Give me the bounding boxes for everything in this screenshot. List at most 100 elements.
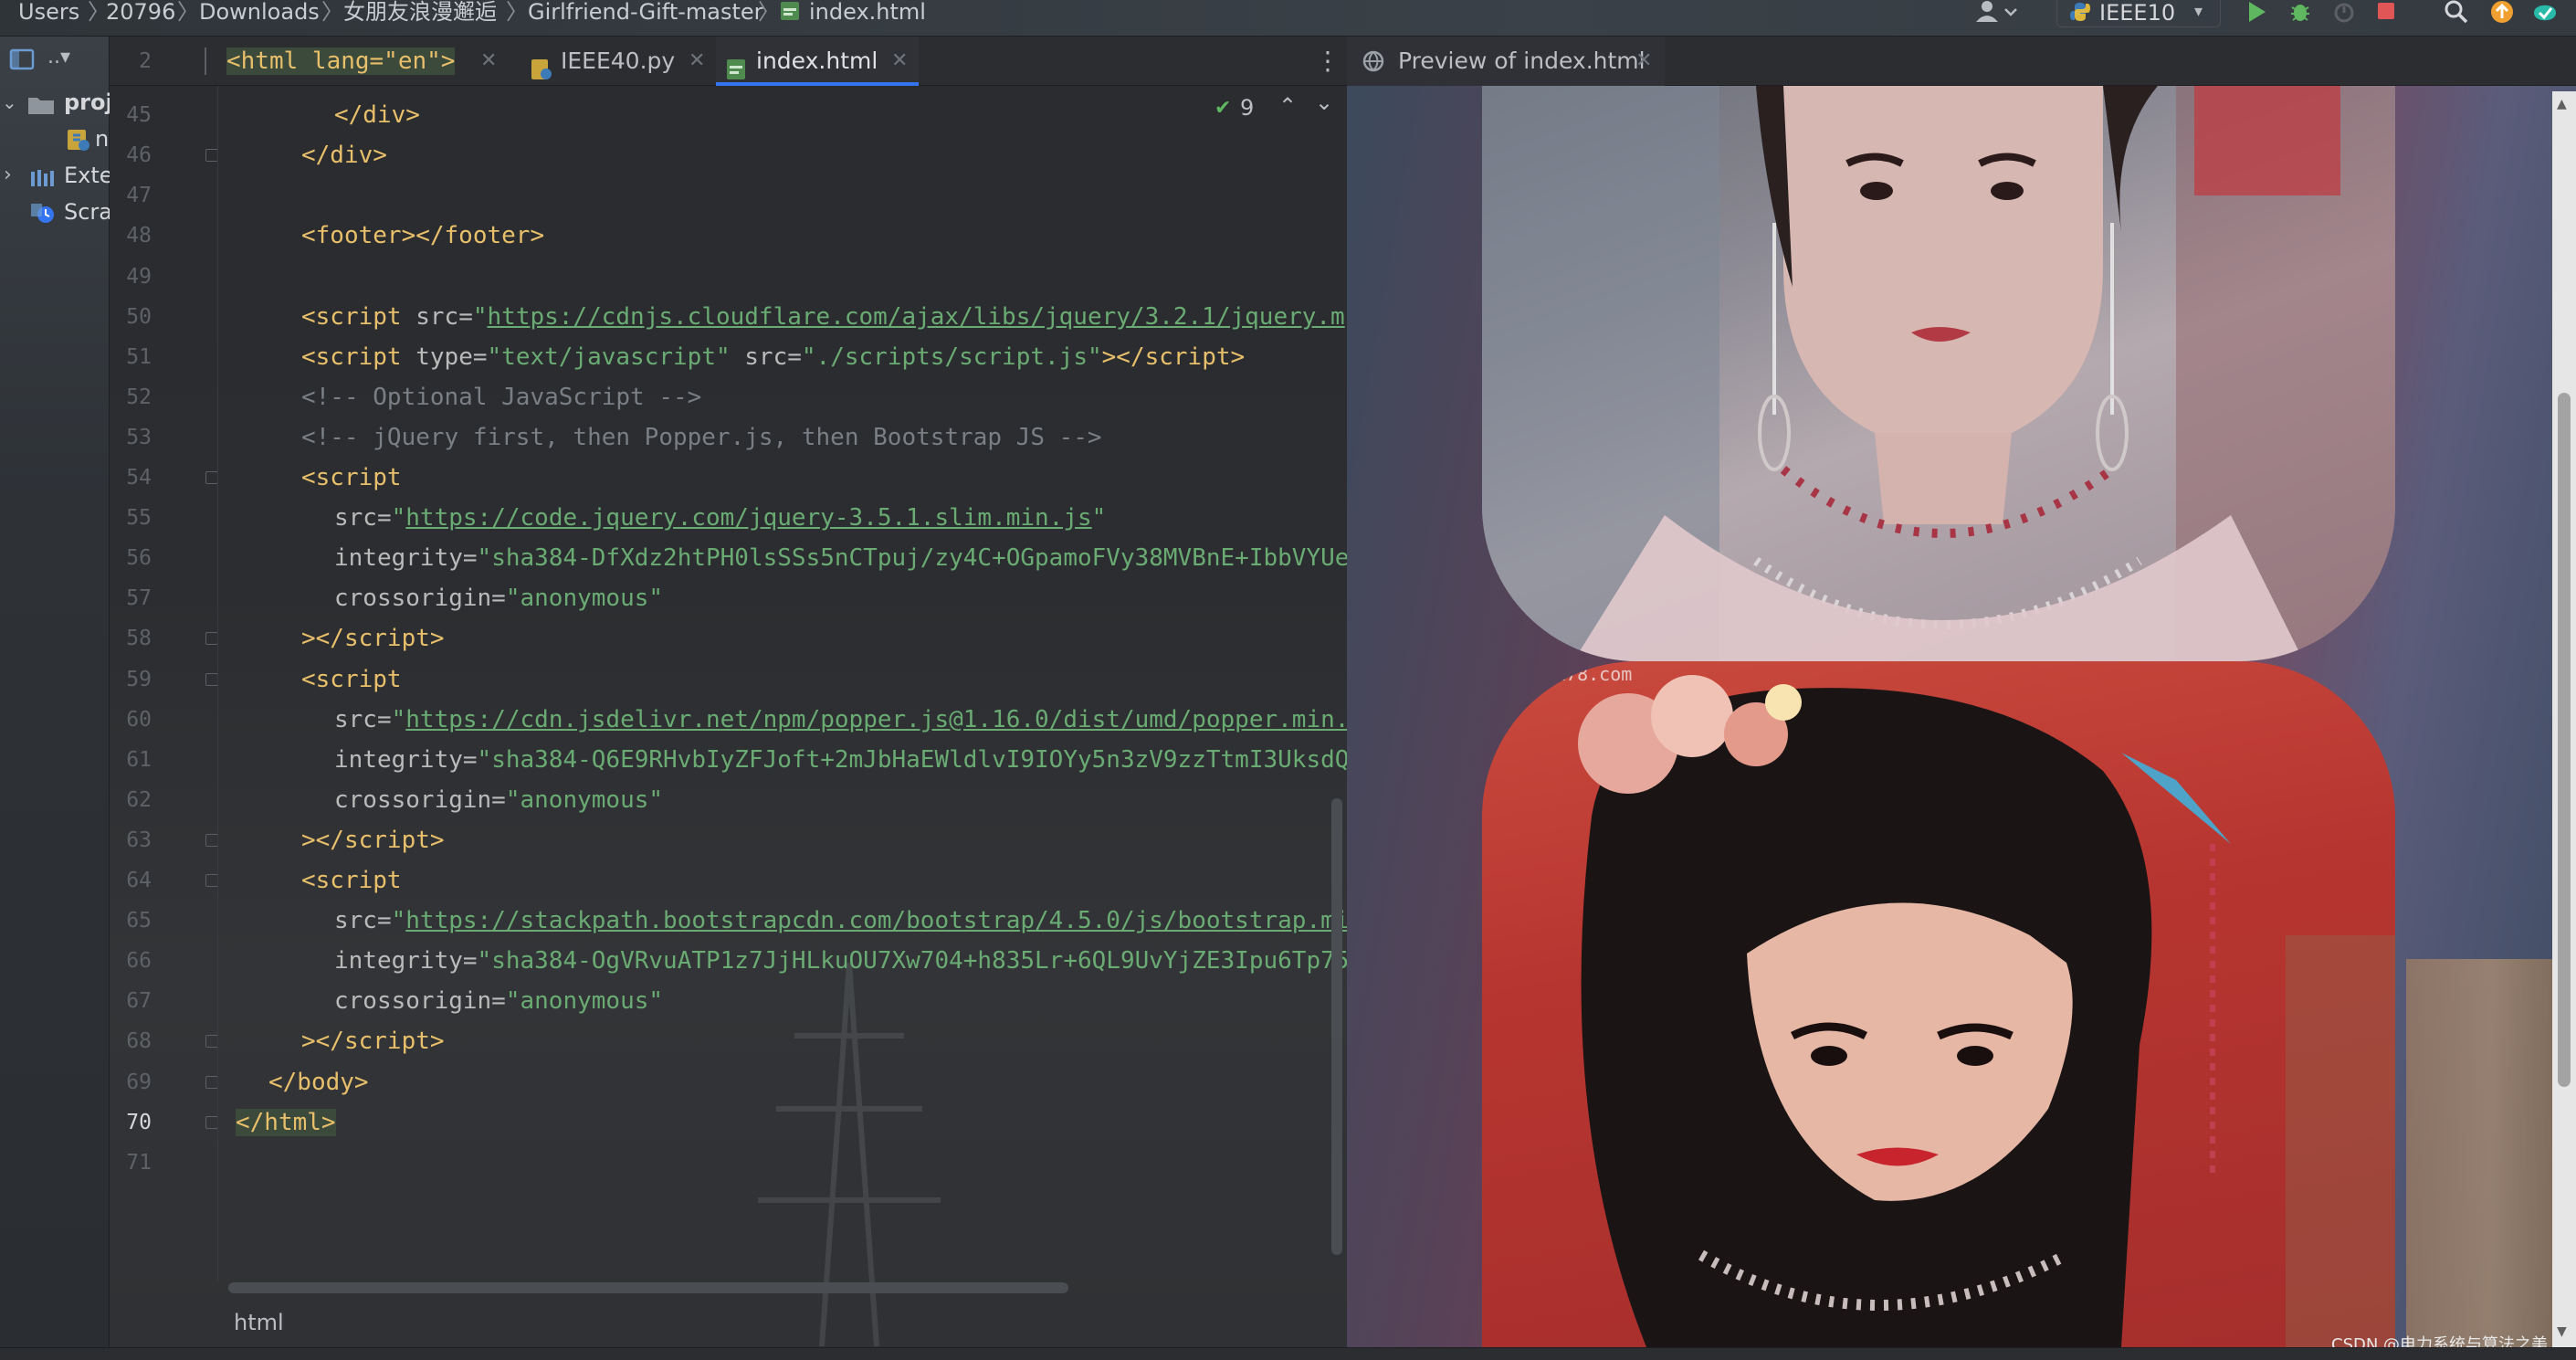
inspection-widget[interactable]: ✔ 9 ⌃ ⌄: [1214, 90, 1342, 122]
search-icon[interactable]: [2444, 0, 2469, 27]
run-configuration-selector[interactable]: IEEE10 ▾: [2056, 0, 2221, 27]
run-icon[interactable]: [2245, 0, 2268, 27]
breadcrumb-separator: 〉: [506, 0, 528, 25]
code-line[interactable]: ></script>: [301, 625, 445, 652]
breadcrumb-separator: 〉: [321, 0, 343, 25]
code-line[interactable]: </div>: [334, 101, 420, 129]
line-number: 67: [126, 989, 152, 1014]
editor-tab-bar: 2 <html lang="en"> ✕ IEEE40.py ✕ index.h…: [110, 37, 1347, 86]
line-number: 65: [126, 909, 152, 933]
code-line[interactable]: <script: [301, 666, 402, 693]
code-line[interactable]: crossorigin="anonymous": [334, 786, 663, 814]
line-number: 49: [126, 264, 152, 289]
code-line[interactable]: src="https://stackpath.bootstrapcdn.com/…: [334, 907, 1347, 934]
fold-marker-icon[interactable]: [205, 1115, 218, 1129]
portrait-photo: 178.com: [1482, 661, 2395, 1347]
library-icon: [29, 166, 57, 195]
view-options-icon[interactable]: ..▾: [47, 46, 70, 69]
close-icon[interactable]: ✕: [689, 37, 705, 86]
more-tabs-icon[interactable]: ⋮: [1315, 46, 1341, 76]
debug-icon[interactable]: [2288, 0, 2312, 27]
photo-watermark: 178.com: [1555, 663, 1633, 685]
code-line[interactable]: </div>: [301, 142, 387, 169]
update-icon[interactable]: [2489, 0, 2515, 29]
tab-index-html[interactable]: index.html ✕: [716, 37, 919, 86]
scroll-down-icon[interactable]: ▼: [2557, 1324, 2567, 1339]
background-decoration: [2406, 959, 2576, 1347]
close-icon[interactable]: ✕: [1635, 37, 1652, 86]
scroll-up-icon[interactable]: ▲: [2557, 97, 2567, 111]
stop-icon[interactable]: [2374, 0, 2398, 27]
breadcrumb-current-file[interactable]: index.html: [809, 0, 926, 24]
chevron-right-icon: ›: [4, 163, 12, 186]
code-line[interactable]: <!-- jQuery first, then Popper.js, then …: [301, 424, 1102, 451]
fold-marker-icon[interactable]: [205, 471, 218, 484]
chevron-up-icon[interactable]: ⌃: [1278, 93, 1297, 119]
line-number: 69: [126, 1070, 152, 1094]
profile-icon[interactable]: [2332, 0, 2356, 27]
code-line[interactable]: ></script>: [301, 827, 445, 854]
preview-scrollbar-track[interactable]: ▲ ▼: [2552, 91, 2576, 1347]
breadcrumb-item[interactable]: 女朋友浪漫邂逅: [343, 0, 497, 24]
portrait-photo: [1482, 86, 2395, 661]
tab-label: IEEE40.py: [561, 47, 676, 74]
close-icon[interactable]: ✕: [480, 37, 497, 86]
code-line[interactable]: <footer></footer>: [301, 222, 544, 249]
preview-tab-bar: Preview of index.html ✕: [1347, 37, 2576, 86]
tab-preview[interactable]: Preview of index.html ✕: [1347, 37, 1665, 86]
breadcrumb-item[interactable]: Downloads: [199, 0, 320, 24]
code-line[interactable]: integrity="sha384-OgVRvuATP1z7JjHLkuOU7X…: [334, 947, 1347, 975]
python-icon: [2070, 2, 2090, 26]
code-editor[interactable]: 44 45 </div> 46 </div> 47 48 <footer></footer> 4…: [110, 86, 1347, 1347]
scratches-icon: [29, 201, 57, 232]
ide-window: Users 〉 20796 〉 Downloads 〉 女朋友浪漫邂逅 〉 Gi…: [0, 0, 2576, 1360]
structure-breadcrumb[interactable]: html: [234, 1310, 284, 1335]
fold-marker-icon[interactable]: [205, 833, 218, 847]
fold-marker-icon[interactable]: [205, 874, 218, 887]
tab-label: Preview of index.html: [1398, 47, 1645, 74]
preview-panel: Preview of index.html ✕ 178.com ▲ ▼ CSDN…: [1347, 37, 2576, 1347]
code-line[interactable]: <script: [301, 464, 402, 491]
breadcrumb-item[interactable]: Girlfriend-Gift-master: [528, 0, 763, 24]
code-line[interactable]: crossorigin="anonymous": [334, 987, 663, 1015]
code-line[interactable]: </html>: [236, 1108, 336, 1136]
code-line[interactable]: </body>: [268, 1069, 369, 1096]
line-number: 51: [126, 344, 152, 369]
line-number: 52: [126, 385, 152, 409]
code-line[interactable]: src="https://code.jquery.com/jquery-3.5.…: [334, 504, 1106, 532]
fold-marker-icon[interactable]: [205, 672, 218, 686]
fold-marker-icon[interactable]: [205, 632, 218, 646]
fold-marker-icon[interactable]: [205, 1035, 218, 1049]
code-line[interactable]: ></script>: [301, 1028, 445, 1055]
code-line[interactable]: <script src="https://cdnjs.cloudflare.co…: [301, 303, 1345, 331]
code-line[interactable]: integrity="sha384-DfXdz2htPH0lsSSs5nCTpu…: [334, 544, 1347, 572]
tab-ieee40-py[interactable]: IEEE40.py ✕: [520, 37, 709, 86]
line-number: 61: [126, 747, 152, 772]
breadcrumb-item[interactable]: Users: [18, 0, 79, 24]
line-number: 68: [126, 1029, 152, 1054]
tree-item-label: Exte: [64, 163, 113, 188]
code-line[interactable]: crossorigin="anonymous": [334, 585, 663, 612]
code-line[interactable]: src="https://cdn.jsdelivr.net/npm/popper…: [334, 706, 1347, 733]
close-icon[interactable]: ✕: [891, 37, 908, 86]
assistant-icon[interactable]: [2531, 0, 2559, 29]
breadcrumb-item[interactable]: 20796: [106, 0, 175, 24]
fold-marker-icon[interactable]: [205, 1075, 218, 1089]
code-line[interactable]: integrity="sha384-Q6E9RHvbIyZFJoft+2mJbH…: [334, 746, 1347, 774]
code-line[interactable]: <script type="text/javascript" src="./sc…: [301, 343, 1245, 371]
run-config-name: IEEE10: [2099, 0, 2176, 26]
fold-marker: [205, 47, 217, 75]
chevron-down-icon[interactable]: ⌄: [1315, 90, 1333, 115]
account-icon[interactable]: [1971, 0, 2022, 24]
tree-item-label: proj: [64, 90, 113, 115]
horizontal-scrollbar[interactable]: [228, 1282, 1068, 1293]
sticky-line-header[interactable]: 2 <html lang="en">: [110, 37, 493, 86]
line-number: 54: [126, 466, 152, 490]
code-line[interactable]: <script: [301, 867, 402, 894]
vertical-scrollbar[interactable]: [1331, 798, 1342, 1255]
project-view-icon[interactable]: [9, 47, 37, 75]
fold-marker-icon[interactable]: [205, 149, 218, 163]
code-line[interactable]: <!-- Optional JavaScript -->: [301, 384, 701, 411]
sticky-line-code: <html lang="en">: [226, 47, 456, 75]
preview-scrollbar-thumb[interactable]: [2558, 393, 2571, 1087]
